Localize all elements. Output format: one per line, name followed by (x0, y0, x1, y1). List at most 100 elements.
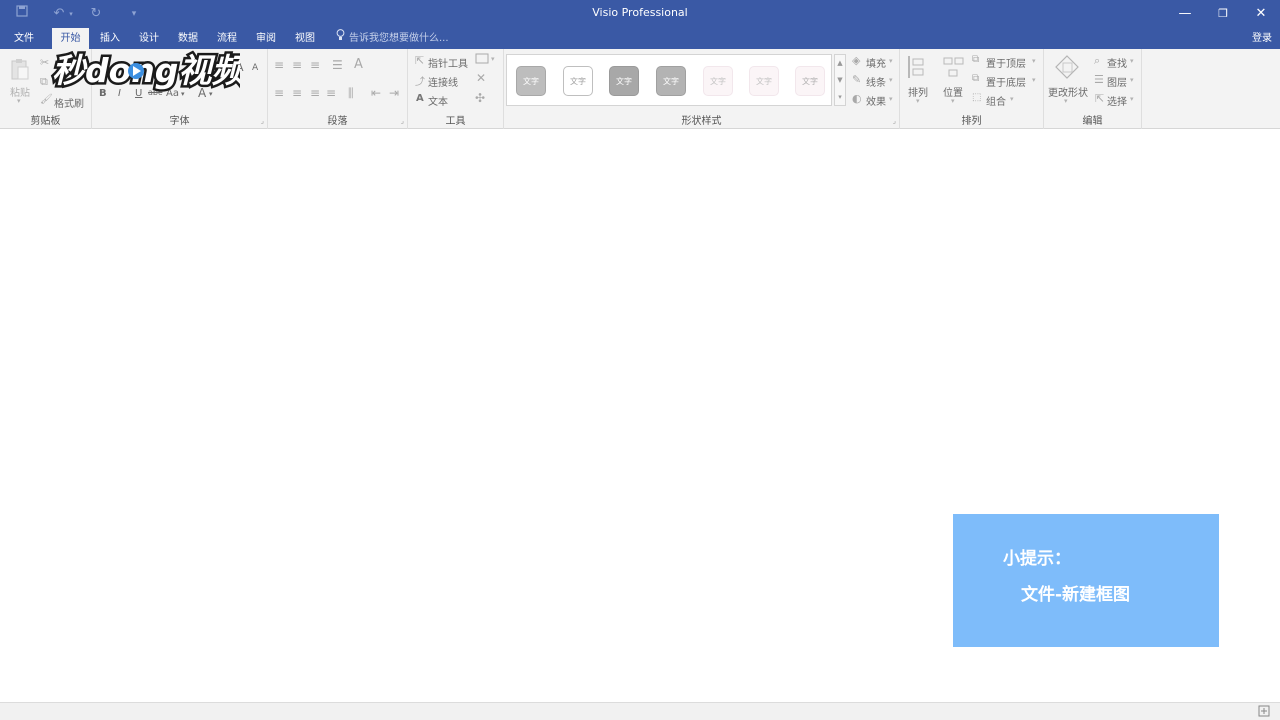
svg-text:秒dong视频: 秒dong视频 (52, 51, 240, 90)
group-dropdown-icon[interactable]: ▾ (1010, 95, 1014, 103)
arrange-group-label: 排列 (961, 116, 982, 127)
tab-view[interactable]: 视图 (287, 28, 323, 49)
paragraph-group-label: 段落 (327, 116, 348, 127)
restore-button[interactable]: ❐ (1204, 0, 1242, 28)
lightbulb-icon (336, 28, 345, 49)
line-dropdown-icon[interactable]: ▾ (889, 76, 893, 84)
distribute-icon[interactable]: ⫼ (348, 86, 354, 101)
hint-body: 文件-新建框图 (1021, 585, 1131, 605)
effects-icon[interactable]: ◐ (852, 92, 862, 105)
align-top-icon[interactable]: ≡ (274, 58, 284, 72)
rectangle-icon[interactable] (475, 53, 489, 67)
fill-dropdown-icon[interactable]: ▾ (889, 57, 893, 65)
align-bottom-icon[interactable]: ≡ (310, 58, 320, 72)
shape-styles-gallery: 文字 文字 文字 文字 文字 文字 文字 (506, 54, 832, 106)
style-swatch[interactable]: 文字 (656, 66, 686, 96)
style-swatch[interactable]: 文字 (563, 66, 593, 96)
gallery-scroll-up-icon[interactable]: ▲ (835, 55, 845, 72)
minimize-button[interactable]: — (1166, 0, 1204, 28)
group-icon[interactable]: ⬚ (972, 92, 981, 103)
select-dropdown-icon[interactable]: ▾ (1130, 95, 1134, 103)
find-dropdown-icon[interactable]: ▾ (1130, 57, 1134, 65)
gallery-more-icon[interactable]: ▾ (835, 89, 845, 106)
gallery-scroll[interactable]: ▲ ▼ ▾ (834, 54, 846, 106)
connection-point-icon[interactable]: ✣ (475, 91, 485, 105)
arrange-dropdown-icon[interactable]: ▾ (916, 97, 920, 105)
fill-button[interactable]: 填充 (866, 55, 886, 70)
increase-indent-icon[interactable]: ⇥ (389, 86, 399, 100)
pointer-tool-button[interactable]: 指针工具 (428, 55, 468, 70)
align-center-icon[interactable]: ≡ (292, 86, 302, 100)
clipboard-group-label: 剪贴板 (30, 116, 61, 127)
tab-file[interactable]: 文件 (4, 28, 44, 49)
select-icon[interactable]: ⇱ (1095, 92, 1104, 105)
style-swatch[interactable]: 文字 (795, 66, 825, 96)
login-link[interactable]: 登录 (1252, 28, 1272, 49)
change-shape-icon[interactable] (1054, 54, 1080, 83)
layers-button[interactable]: 图层 (1107, 74, 1127, 89)
shape-styles-dialog-launcher-icon[interactable]: ⌟ (893, 117, 896, 125)
connector-icon[interactable]: ⤴ (415, 73, 425, 88)
change-shape-dropdown-icon[interactable]: ▾ (1064, 97, 1068, 105)
connector-button[interactable]: 连接线 (428, 74, 458, 89)
tab-review[interactable]: 审阅 (248, 28, 284, 49)
send-to-back-dropdown-icon[interactable]: ▾ (1032, 76, 1036, 84)
tools-group-label: 工具 (445, 116, 466, 127)
shape-styles-group-label: 形状样式 (681, 116, 722, 127)
bullets-icon[interactable]: ☰ (332, 58, 343, 72)
style-swatch[interactable]: 文字 (749, 66, 779, 96)
arrange-group: 排列 ▾ 位置 ▾ ⧉ 置于顶层 ▾ ⧉ 置于底层 ▾ ⬚ 组合 ▾ 排列 (900, 49, 1044, 129)
align-right-icon[interactable]: ≡ (310, 86, 320, 100)
decrease-indent-icon[interactable]: ⇤ (371, 86, 381, 100)
paragraph-group: ≡ ≡ ≡ ☰ A ≡ ≡ ≡ ≡ ⫼ ⇤ ⇥ 段落 ⌟ (268, 49, 408, 129)
style-swatch[interactable]: 文字 (703, 66, 733, 96)
layers-dropdown-icon[interactable]: ▾ (1130, 76, 1134, 84)
effects-button[interactable]: 效果 (866, 93, 886, 108)
layers-icon[interactable]: ☰ (1094, 73, 1104, 86)
shrink-font-button[interactable]: A (252, 63, 258, 73)
style-swatch[interactable]: 文字 (516, 66, 546, 96)
text-direction-icon[interactable]: A (354, 57, 363, 72)
font-dialog-launcher-icon[interactable]: ⌟ (261, 117, 264, 125)
tell-me-text: 告诉我您想要做什么... (349, 33, 449, 44)
pointer-icon[interactable]: ⇱ (415, 54, 424, 67)
hint-title: 小提示： (1003, 549, 1071, 569)
text-tool-button[interactable]: 文本 (428, 93, 448, 108)
tell-me-search[interactable]: 告诉我您想要做什么... (336, 28, 449, 49)
bring-to-front-button[interactable]: 置于顶层 (986, 55, 1026, 70)
tools-group: ⇱ 指针工具 ⤴ 连接线 A 文本 ▾ ✕ ✣ 工具 (408, 49, 504, 129)
close-button[interactable]: ✕ (1242, 0, 1280, 28)
justify-icon[interactable]: ≡ (326, 86, 336, 100)
align-middle-icon[interactable]: ≡ (292, 58, 302, 72)
position-dropdown-icon[interactable]: ▾ (951, 97, 955, 105)
gallery-scroll-down-icon[interactable]: ▼ (835, 72, 845, 89)
style-swatch[interactable]: 文字 (609, 66, 639, 96)
paste-icon[interactable] (10, 57, 30, 84)
shapes-dropdown-icon[interactable]: ▾ (491, 55, 495, 63)
fit-to-window-icon[interactable] (1258, 705, 1270, 720)
format-painter-button[interactable]: 格式刷 (54, 95, 84, 110)
paste-dropdown-icon[interactable]: ▾ (17, 97, 21, 105)
copy-icon[interactable]: ⧉ (40, 75, 48, 89)
fill-icon[interactable]: ◈ (852, 54, 860, 67)
paragraph-dialog-launcher-icon[interactable]: ⌟ (401, 117, 404, 125)
align-left-icon[interactable]: ≡ (274, 86, 284, 100)
bring-to-front-icon[interactable]: ⧉ (972, 54, 979, 65)
send-to-back-button[interactable]: 置于底层 (986, 74, 1026, 89)
bring-to-front-dropdown-icon[interactable]: ▾ (1032, 57, 1036, 65)
position-icon[interactable] (942, 55, 966, 84)
group-button[interactable]: 组合 (986, 93, 1006, 108)
line-icon[interactable]: ✎ (852, 73, 861, 86)
change-shape-button[interactable]: 更改形状 (1048, 84, 1088, 99)
auto-align-icon[interactable] (907, 55, 927, 84)
close-tool-icon[interactable]: ✕ (476, 71, 486, 85)
find-icon[interactable]: ⌕ (1094, 54, 1100, 68)
status-bar (0, 702, 1280, 720)
find-button[interactable]: 查找 (1107, 55, 1127, 70)
send-to-back-icon[interactable]: ⧉ (972, 73, 979, 84)
line-button[interactable]: 线条 (866, 74, 886, 89)
format-painter-icon[interactable]: 🖌 (40, 94, 53, 105)
hint-box: 小提示： 文件-新建框图 (953, 514, 1219, 647)
effects-dropdown-icon[interactable]: ▾ (889, 95, 893, 103)
select-button[interactable]: 选择 (1107, 93, 1127, 108)
